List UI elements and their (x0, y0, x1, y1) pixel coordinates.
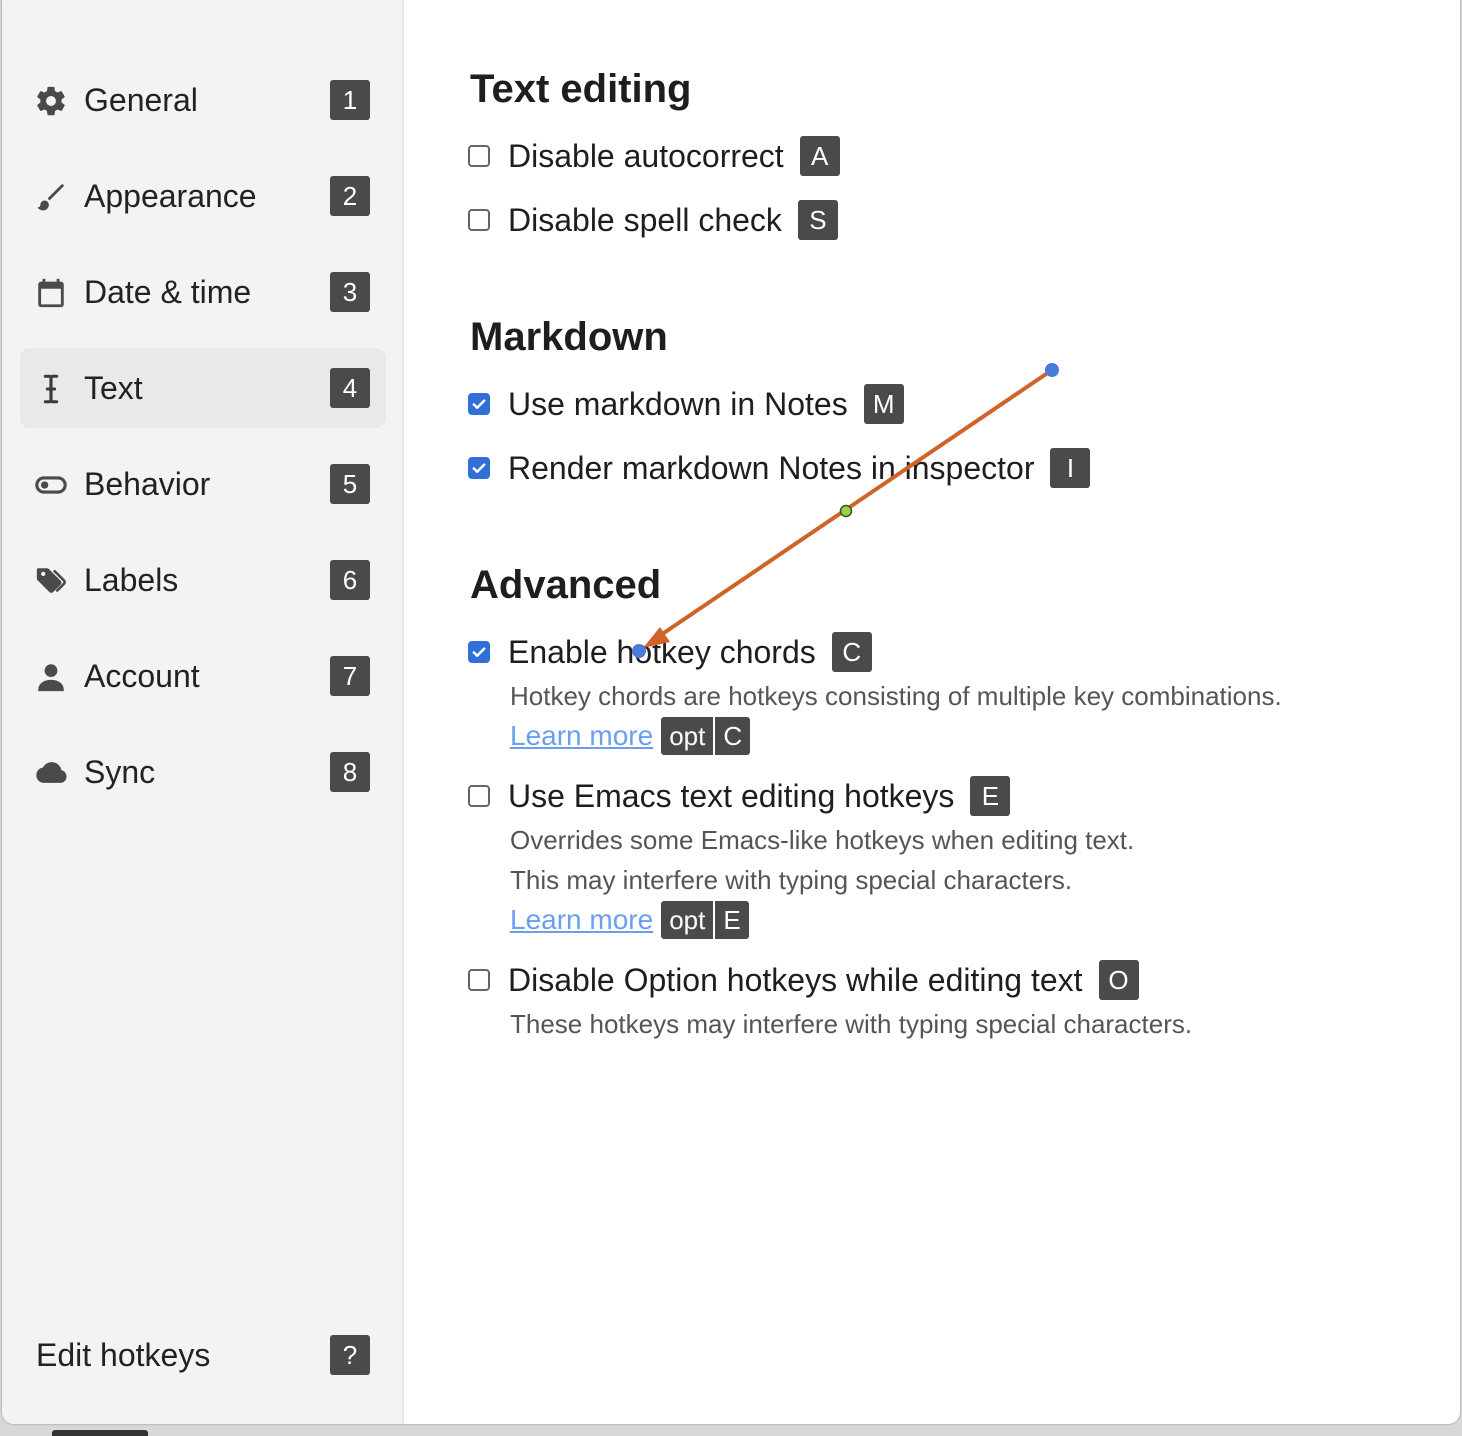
option-label: Disable spell check (508, 202, 782, 238)
hotkey-badge: E (715, 901, 749, 939)
checkbox[interactable] (468, 641, 490, 663)
sidebar-item-label: Behavior (84, 466, 211, 502)
option-label: Enable hotkey chords (508, 634, 816, 670)
edit-hotkeys-label: Edit hotkeys (36, 1337, 211, 1373)
gear-icon (34, 84, 68, 118)
cloud-icon (34, 756, 68, 790)
section-title-markdown: Markdown (470, 315, 668, 359)
hotkey-badge: 2 (330, 176, 370, 216)
hotkey-badge: E (970, 776, 1011, 816)
dock-edge (52, 1430, 148, 1436)
hotkey-badge: C (715, 717, 751, 755)
checkbox[interactable] (468, 969, 490, 991)
sidebar-item-behavior[interactable]: Behavior 5 (20, 444, 386, 524)
option-render-markdown[interactable]: Render markdown Notes in inspector I (468, 446, 1091, 490)
hotkey-badge: C (831, 632, 872, 672)
hotkey-badge: ? (330, 1335, 370, 1375)
learn-more-row: Learn more opt E (510, 900, 749, 940)
option-disable-option-hotkeys[interactable]: Disable Option hotkeys while editing tex… (468, 958, 1139, 1002)
learn-more-row: Learn more opt C (510, 716, 751, 756)
option-label: Use markdown in Notes (508, 386, 848, 422)
hotkey-badge: 7 (330, 656, 370, 696)
sidebar-item-label: Appearance (84, 178, 257, 214)
settings-window: General 1 Appearance 2 Date & time 3 Tex… (2, 0, 1460, 1424)
toggle-icon (34, 468, 68, 502)
sidebar-item-label: Account (84, 658, 200, 694)
option-label: Disable Option hotkeys while editing tex… (508, 962, 1083, 998)
checkbox[interactable] (468, 457, 490, 479)
checkbox[interactable] (468, 393, 490, 415)
checkbox[interactable] (468, 785, 490, 807)
option-label: Render markdown Notes in inspector (508, 450, 1035, 486)
sidebar-item-sync[interactable]: Sync 8 (20, 732, 386, 812)
option-enable-hotkey-chords[interactable]: Enable hotkey chords C (468, 630, 872, 674)
option-use-markdown[interactable]: Use markdown in Notes M (468, 382, 904, 426)
sidebar-item-label: Labels (84, 562, 179, 598)
settings-sidebar: General 1 Appearance 2 Date & time 3 Tex… (2, 0, 404, 1424)
hotkey-badge: 3 (330, 272, 370, 312)
learn-more-link[interactable]: Learn more (510, 900, 653, 940)
hotkey-badge: opt (661, 901, 716, 939)
sidebar-item-account[interactable]: Account 7 (20, 636, 386, 716)
hotkey-badge: I (1050, 448, 1091, 488)
settings-content: Text editing Disable autocorrect A Disab… (404, 0, 1460, 1424)
hotkey-badge: A (799, 136, 840, 176)
hotkey-badge: 5 (330, 464, 370, 504)
sidebar-item-label: Text (84, 370, 143, 406)
option-description: These hotkeys may interfere with typing … (510, 1009, 1193, 1039)
brush-icon (34, 180, 68, 214)
checkbox[interactable] (468, 145, 490, 167)
sidebar-item-label: General (84, 82, 198, 118)
section-title-advanced: Advanced (470, 563, 662, 607)
hotkey-badge: 8 (330, 752, 370, 792)
option-emacs-hotkeys[interactable]: Use Emacs text editing hotkeys E (468, 774, 1011, 818)
sidebar-item-text[interactable]: Text 4 (20, 348, 386, 428)
hotkey-badge: 6 (330, 560, 370, 600)
hotkey-badge: S (797, 200, 838, 240)
option-disable-spell-check[interactable]: Disable spell check S (468, 198, 838, 242)
text-cursor-icon (34, 372, 68, 406)
hotkey-badge: 1 (330, 80, 370, 120)
option-description: Hotkey chords are hotkeys consisting of … (510, 681, 1282, 711)
hotkey-badge: opt (661, 717, 716, 755)
hotkey-badge: M (863, 384, 904, 424)
calendar-icon (34, 276, 68, 310)
option-description: This may interfere with typing special c… (510, 865, 1073, 895)
option-label: Disable autocorrect (508, 138, 784, 174)
checkbox[interactable] (468, 209, 490, 231)
option-disable-autocorrect[interactable]: Disable autocorrect A (468, 134, 840, 178)
edit-hotkeys-button[interactable]: Edit hotkeys ? (20, 1315, 386, 1395)
option-label: Use Emacs text editing hotkeys (508, 778, 955, 814)
sidebar-item-label: Date & time (84, 274, 252, 310)
hotkey-badge: O (1098, 960, 1139, 1000)
option-description: Overrides some Emacs-like hotkeys when e… (510, 825, 1135, 855)
sidebar-item-date-time[interactable]: Date & time 3 (20, 252, 386, 332)
sidebar-item-appearance[interactable]: Appearance 2 (20, 156, 386, 236)
section-title-text-editing: Text editing (470, 67, 692, 111)
user-icon (34, 660, 68, 694)
sidebar-item-label: Sync (84, 754, 156, 790)
hotkey-badge: 4 (330, 368, 370, 408)
sidebar-item-labels[interactable]: Labels 6 (20, 540, 386, 620)
sidebar-item-general[interactable]: General 1 (20, 60, 386, 140)
tags-icon (34, 564, 68, 598)
learn-more-link[interactable]: Learn more (510, 716, 653, 756)
